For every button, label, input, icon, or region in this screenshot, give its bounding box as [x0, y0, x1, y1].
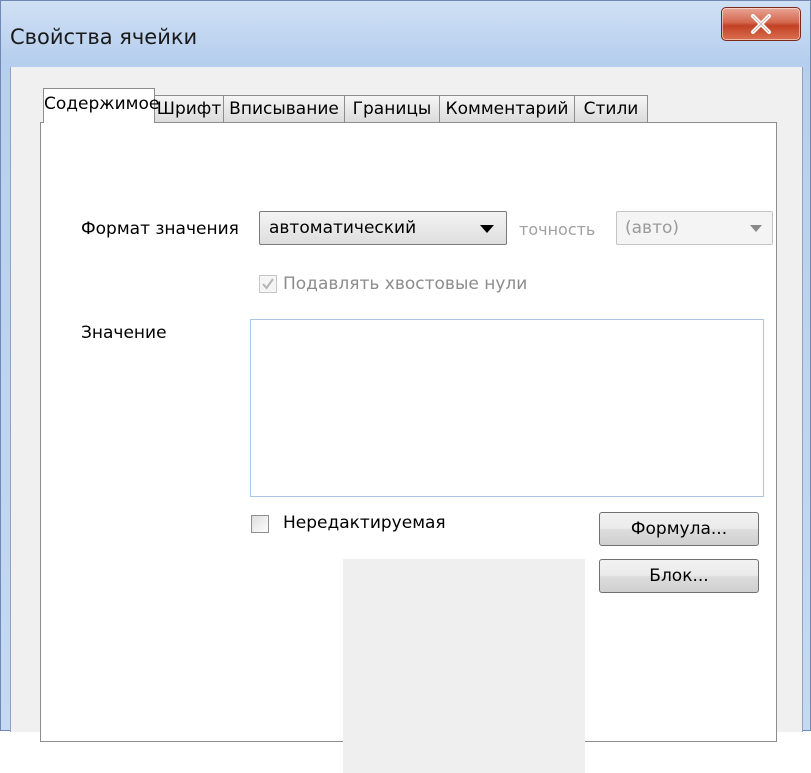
tab-label: Содержимое	[44, 94, 160, 114]
tab-label: Стили	[583, 99, 639, 119]
content-panel: Формат значения автоматический точность …	[40, 122, 777, 773]
tab-label: Шрифт	[156, 99, 222, 119]
chevron-down-icon	[750, 225, 762, 232]
preview-area	[343, 559, 585, 773]
tab-content[interactable]: Содержимое	[43, 88, 159, 123]
chevron-down-icon	[480, 225, 494, 233]
formula-button[interactable]: Формула...	[599, 512, 759, 546]
block-button[interactable]: Блок...	[599, 559, 759, 593]
tab-fitting[interactable]: Вписывание	[223, 95, 345, 122]
tab-label: Границы	[352, 99, 432, 119]
close-icon	[751, 14, 771, 34]
dialog-body: Содержимое Шрифт Вписывание Границы Комм…	[10, 67, 803, 773]
precision-value: (авто)	[625, 218, 680, 238]
checkmark-icon	[262, 278, 274, 290]
close-button[interactable]	[721, 7, 801, 41]
tab-font[interactable]: Шрифт	[154, 95, 224, 122]
tab-styles[interactable]: Стили	[574, 95, 648, 122]
precision-dropdown[interactable]: (авто)	[616, 211, 773, 245]
cell-properties-dialog: Свойства ячейки Содержимое Шрифт Вписыва…	[0, 0, 811, 773]
formula-button-label: Формула...	[630, 519, 728, 539]
readonly-checkbox[interactable]	[251, 515, 269, 533]
format-dropdown[interactable]: автоматический	[259, 211, 507, 245]
value-textarea[interactable]	[250, 319, 764, 497]
tab-borders[interactable]: Границы	[344, 95, 440, 122]
tab-comment[interactable]: Комментарий	[439, 95, 575, 122]
suppress-zeros-checkbox[interactable]	[259, 275, 277, 293]
title-bar[interactable]: Свойства ячейки	[1, 1, 810, 67]
format-value: автоматический	[269, 218, 417, 238]
format-label: Формат значения	[81, 219, 239, 239]
tab-label: Вписывание	[229, 99, 339, 119]
block-button-label: Блок...	[649, 566, 709, 586]
precision-label: точность	[519, 220, 596, 239]
window-title: Свойства ячейки	[10, 25, 198, 49]
readonly-label: Нередактируемая	[283, 513, 446, 533]
suppress-zeros-label: Подавлять хвостовые нули	[283, 274, 528, 294]
tab-label: Комментарий	[445, 99, 569, 119]
value-label: Значение	[81, 323, 167, 343]
